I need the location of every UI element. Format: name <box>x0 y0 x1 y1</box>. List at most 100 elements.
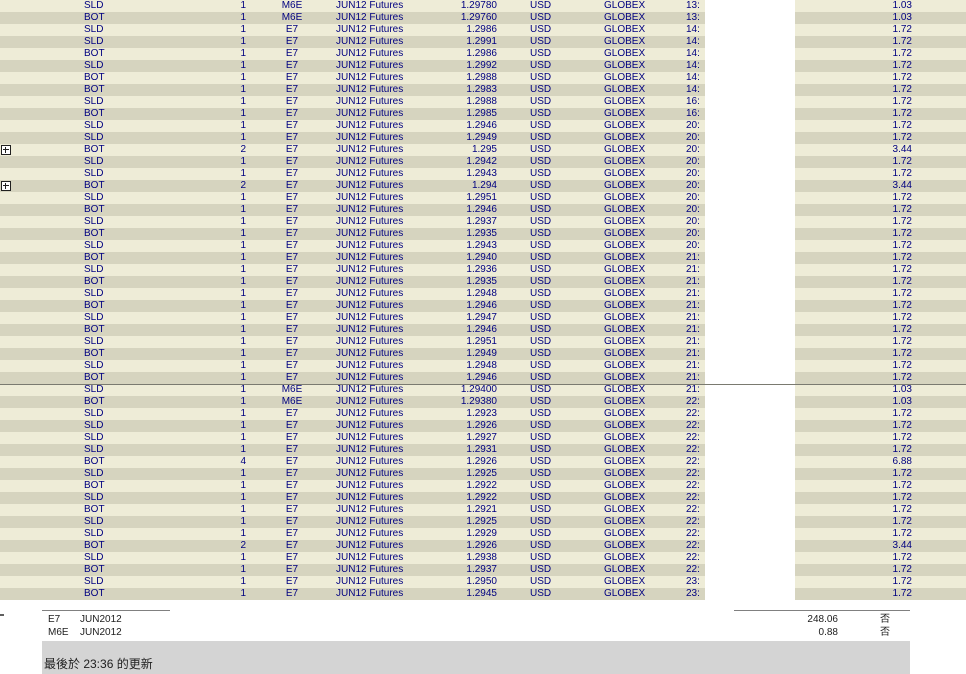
table-row[interactable]: SLD 1 E7 JUN12 Futures 1.2991 USD GLOBEX 14: 1.7… <box>0 36 966 48</box>
table-row[interactable]: SLD 1 M6E JUN12 Futures 1.29780 USD GLOBEX 13: 1… <box>0 0 966 12</box>
trade-commission: 3.44 <box>892 180 912 191</box>
table-row[interactable]: BOT 1 E7 JUN12 Futures 1.2940 USD GLOBEX 21: 1.7… <box>0 252 966 264</box>
trade-currency: USD <box>530 360 552 371</box>
trade-exchange: GLOBEX <box>604 180 646 191</box>
trade-currency: USD <box>530 60 552 71</box>
summary-row[interactable]: E7 JUN2012 248.06 否 <box>42 613 910 626</box>
table-row[interactable]: BOT 1 E7 JUN12 Futures 1.2935 USD GLOBEX 20: 1.7… <box>0 228 966 240</box>
table-row[interactable]: BOT 1 E7 JUN12 Futures 1.2985 USD GLOBEX 16: 1.7… <box>0 108 966 120</box>
trade-exchange: GLOBEX <box>604 360 646 371</box>
table-row[interactable]: SLD 1 E7 JUN12 Futures 1.2943 USD GLOBEX 20: 1.7… <box>0 240 966 252</box>
trade-quantity: 1 <box>240 432 246 443</box>
trade-time: 20: <box>686 216 700 227</box>
table-row[interactable]: SLD 1 E7 JUN12 Futures 1.2949 USD GLOBEX 20: 1.7… <box>0 132 966 144</box>
table-row[interactable]: SLD 1 E7 JUN12 Futures 1.2948 USD GLOBEX 21: 1.7… <box>0 288 966 300</box>
trade-time: 16: <box>686 108 700 119</box>
table-row[interactable]: SLD 1 M6E JUN12 Futures 1.29400 USD GLOBEX 21: 1… <box>0 384 966 396</box>
trade-action: SLD <box>84 36 104 47</box>
table-row[interactable]: SLD 1 E7 JUN12 Futures 1.2951 USD GLOBEX 21: 1.7… <box>0 336 966 348</box>
trade-price: 1.2947 <box>466 312 497 323</box>
table-row[interactable]: BOT 1 E7 JUN12 Futures 1.2946 USD GLOBEX 21: 1.7… <box>0 300 966 312</box>
table-row[interactable]: SLD 1 E7 JUN12 Futures 1.2948 USD GLOBEX 21: 1.7… <box>0 360 966 372</box>
table-row[interactable]: BOT 1 M6E JUN12 Futures 1.29380 USD GLOBEX 22: 1… <box>0 396 966 408</box>
trade-exchange: GLOBEX <box>604 348 646 359</box>
table-row[interactable]: BOT 1 E7 JUN12 Futures 1.2949 USD GLOBEX 21: 1.7… <box>0 348 966 360</box>
table-row[interactable]: BOT 2 E7 JUN12 Futures 1.2926 USD GLOBEX 22: 3.4… <box>0 540 966 552</box>
table-row[interactable]: SLD 1 E7 JUN12 Futures 1.2927 USD GLOBEX 22: 1.7… <box>0 432 966 444</box>
table-row[interactable]: SLD 1 E7 JUN12 Futures 1.2986 USD GLOBEX 14: 1.7… <box>0 24 966 36</box>
trade-commission: 1.72 <box>892 84 912 95</box>
trade-commission: 1.72 <box>892 360 912 371</box>
trade-quantity: 1 <box>240 84 246 95</box>
summary-symbol: E7 <box>48 614 61 625</box>
table-row[interactable]: SLD 1 E7 JUN12 Futures 1.2936 USD GLOBEX 21: 1.7… <box>0 264 966 276</box>
trade-time: 14: <box>686 48 700 59</box>
trade-symbol: E7 <box>285 288 299 299</box>
table-row[interactable]: BOT 1 E7 JUN12 Futures 1.2983 USD GLOBEX 14: 1.7… <box>0 84 966 96</box>
trade-price: 1.2946 <box>466 324 497 335</box>
table-row[interactable]: BOT 1 E7 JUN12 Futures 1.2945 USD GLOBEX 23: 1.7… <box>0 588 966 600</box>
table-row[interactable]: BOT 1 E7 JUN12 Futures 1.2946 USD GLOBEX 20: 1.7… <box>0 204 966 216</box>
trade-quantity: 1 <box>240 480 246 491</box>
trade-quantity: 1 <box>240 468 246 479</box>
trade-symbol: E7 <box>285 132 299 143</box>
table-row[interactable]: BOT 1 M6E JUN12 Futures 1.29760 USD GLOBEX 13: 1… <box>0 12 966 24</box>
table-row[interactable]: SLD 1 E7 JUN12 Futures 1.2946 USD GLOBEX 20: 1.7… <box>0 120 966 132</box>
table-row[interactable]: BOT 1 E7 JUN12 Futures 1.2921 USD GLOBEX 22: 1.7… <box>0 504 966 516</box>
table-row[interactable]: SLD 1 E7 JUN12 Futures 1.2923 USD GLOBEX 22: 1.7… <box>0 408 966 420</box>
table-row[interactable]: BOT 1 E7 JUN12 Futures 1.2922 USD GLOBEX 22: 1.7… <box>0 480 966 492</box>
table-row[interactable]: BOT 2 E7 JUN12 Futures 1.295 USD GLOBEX 20: 3.44 <box>0 144 966 156</box>
expand-icon[interactable] <box>1 181 11 191</box>
trade-quantity: 1 <box>240 24 246 35</box>
table-row[interactable]: BOT 1 E7 JUN12 Futures 1.2946 USD GLOBEX 21: 1.7… <box>0 324 966 336</box>
table-row[interactable]: SLD 1 E7 JUN12 Futures 1.2943 USD GLOBEX 20: 1.7… <box>0 168 966 180</box>
trade-description: JUN12 Futures <box>336 48 404 59</box>
expand-icon[interactable] <box>1 145 11 155</box>
trade-description: JUN12 Futures <box>336 264 404 275</box>
trade-exchange: GLOBEX <box>604 564 646 575</box>
table-row[interactable]: SLD 1 E7 JUN12 Futures 1.2988 USD GLOBEX 16: 1.7… <box>0 96 966 108</box>
trade-exchange: GLOBEX <box>604 72 646 83</box>
table-row[interactable]: BOT 1 E7 JUN12 Futures 1.2986 USD GLOBEX 14: 1.7… <box>0 48 966 60</box>
table-row[interactable]: BOT 1 E7 JUN12 Futures 1.2988 USD GLOBEX 14: 1.7… <box>0 72 966 84</box>
table-row[interactable]: SLD 1 E7 JUN12 Futures 1.2925 USD GLOBEX 22: 1.7… <box>0 468 966 480</box>
trade-action: BOT <box>84 300 105 311</box>
table-row[interactable]: BOT 2 E7 JUN12 Futures 1.294 USD GLOBEX 20: 3.44 <box>0 180 966 192</box>
table-row[interactable]: BOT 1 E7 JUN12 Futures 1.2937 USD GLOBEX 22: 1.7… <box>0 564 966 576</box>
table-row[interactable]: BOT 1 E7 JUN12 Futures 1.2935 USD GLOBEX 21: 1.7… <box>0 276 966 288</box>
table-row[interactable]: SLD 1 E7 JUN12 Futures 1.2938 USD GLOBEX 22: 1.7… <box>0 552 966 564</box>
table-row[interactable]: SLD 1 E7 JUN12 Futures 1.2947 USD GLOBEX 21: 1.7… <box>0 312 966 324</box>
table-row[interactable]: SLD 1 E7 JUN12 Futures 1.2922 USD GLOBEX 22: 1.7… <box>0 492 966 504</box>
trade-currency: USD <box>530 216 552 227</box>
trade-price: 1.2949 <box>466 132 497 143</box>
trade-time: 20: <box>686 168 700 179</box>
table-row[interactable]: SLD 1 E7 JUN12 Futures 1.2942 USD GLOBEX 20: 1.7… <box>0 156 966 168</box>
table-row[interactable]: SLD 1 E7 JUN12 Futures 1.2950 USD GLOBEX 23: 1.7… <box>0 576 966 588</box>
trade-symbol: E7 <box>285 516 299 527</box>
trade-time: 22: <box>686 564 700 575</box>
trade-time: 21: <box>686 264 700 275</box>
summary-row[interactable]: M6E JUN2012 0.88 否 <box>42 626 910 639</box>
summary-month: JUN2012 <box>80 627 122 638</box>
trade-commission: 1.72 <box>892 372 912 383</box>
trade-currency: USD <box>530 336 552 347</box>
trade-time: 14: <box>686 84 700 95</box>
trade-quantity: 1 <box>240 72 246 83</box>
trade-price: 1.2938 <box>466 552 497 563</box>
trade-time: 20: <box>686 180 700 191</box>
trade-currency: USD <box>530 456 552 467</box>
trade-time: 20: <box>686 120 700 131</box>
trade-time: 22: <box>686 468 700 479</box>
trade-commission: 1.72 <box>892 72 912 83</box>
row-separator <box>0 384 966 385</box>
table-row[interactable]: SLD 1 E7 JUN12 Futures 1.2992 USD GLOBEX 14: 1.7… <box>0 60 966 72</box>
table-row[interactable]: SLD 1 E7 JUN12 Futures 1.2929 USD GLOBEX 22: 1.7… <box>0 528 966 540</box>
table-row[interactable]: SLD 1 E7 JUN12 Futures 1.2951 USD GLOBEX 20: 1.7… <box>0 192 966 204</box>
table-row[interactable]: BOT 1 E7 JUN12 Futures 1.2946 USD GLOBEX 21: 1.7… <box>0 372 966 384</box>
table-row[interactable]: SLD 1 E7 JUN12 Futures 1.2937 USD GLOBEX 20: 1.7… <box>0 216 966 228</box>
trade-time: 21: <box>686 288 700 299</box>
table-row[interactable]: SLD 1 E7 JUN12 Futures 1.2931 USD GLOBEX 22: 1.7… <box>0 444 966 456</box>
table-row[interactable]: BOT 4 E7 JUN12 Futures 1.2926 USD GLOBEX 22: 6.8… <box>0 456 966 468</box>
table-row[interactable]: SLD 1 E7 JUN12 Futures 1.2926 USD GLOBEX 22: 1.7… <box>0 420 966 432</box>
table-row[interactable]: SLD 1 E7 JUN12 Futures 1.2925 USD GLOBEX 22: 1.7… <box>0 516 966 528</box>
